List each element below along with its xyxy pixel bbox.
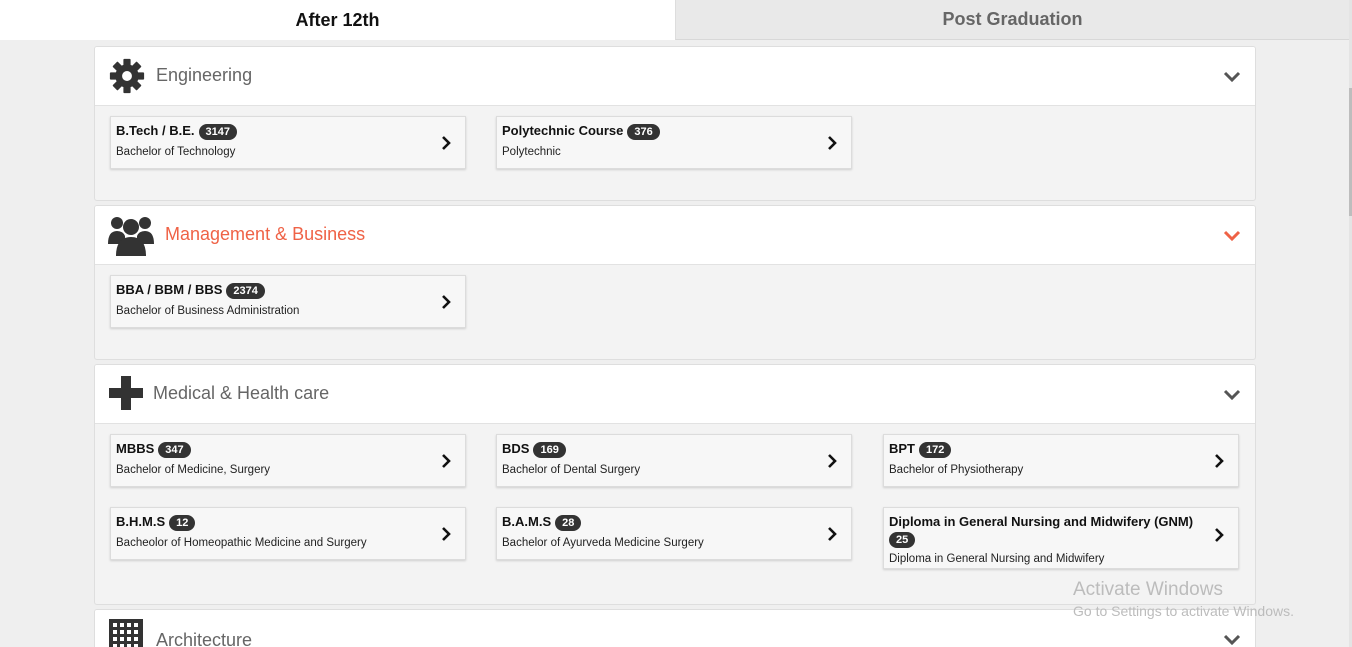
chevron-right-icon bbox=[1215, 454, 1224, 468]
course-card-mbbs[interactable]: MBBS 347 Bachelor of Medicine, Surgery bbox=[110, 434, 466, 487]
gear-icon bbox=[109, 58, 145, 94]
tab-after-12th[interactable]: After 12th bbox=[0, 0, 675, 40]
chevron-down-icon[interactable] bbox=[1223, 67, 1241, 85]
section-title: Management & Business bbox=[165, 224, 366, 244]
tab-post-graduation[interactable]: Post Graduation bbox=[675, 0, 1349, 40]
count-badge: 12 bbox=[169, 514, 196, 531]
section-title: Medical & Health care bbox=[153, 383, 330, 403]
course-full-name: Bachelor of Dental Surgery bbox=[502, 464, 641, 476]
course-card-bpt[interactable]: BPT 172 Bachelor of Physiotherapy bbox=[883, 434, 1239, 487]
course-name: B.H.M.S 12 bbox=[116, 514, 196, 531]
course-name: MBBS 347 bbox=[116, 441, 191, 458]
watermark-subtitle: Go to Settings to activate Windows. bbox=[1073, 603, 1294, 619]
section-medical-header[interactable]: Medical & Health care bbox=[95, 365, 1255, 424]
count-badge: 347 bbox=[158, 441, 191, 458]
course-full-name: Bachelor of Medicine, Surgery bbox=[116, 464, 271, 476]
chevron-right-icon bbox=[442, 295, 451, 309]
course-card-polytechnic[interactable]: Polytechnic Course 376 Polytechnic bbox=[496, 116, 852, 169]
section-management-header[interactable]: Management & Business bbox=[95, 206, 1255, 265]
section-title: Architecture bbox=[156, 630, 253, 647]
chevron-right-icon bbox=[828, 527, 837, 541]
chevron-right-icon bbox=[1215, 528, 1224, 542]
course-full-name: Polytechnic bbox=[502, 146, 561, 158]
course-full-name: Bachelor of Ayurveda Medicine Surgery bbox=[502, 537, 704, 549]
count-badge: 169 bbox=[533, 441, 566, 458]
course-name: B.Tech / B.E. 3147 bbox=[116, 123, 237, 140]
course-card-gnm[interactable]: Diploma in General Nursing and Midwifery… bbox=[883, 507, 1239, 569]
chevron-right-icon bbox=[442, 136, 451, 150]
course-name: BBA / BBM / BBS 2374 bbox=[116, 282, 265, 299]
course-full-name: Diploma in General Nursing and Midwifery bbox=[889, 553, 1105, 565]
course-card-bams[interactable]: B.A.M.S 28 Bachelor of Ayurveda Medicine … bbox=[496, 507, 852, 560]
course-card-bba[interactable]: BBA / BBM / BBS 2374 Bachelor of Business… bbox=[110, 275, 466, 328]
course-full-name: Bachelor of Technology bbox=[116, 146, 236, 158]
course-name: Diploma in General Nursing and Midwifery… bbox=[889, 514, 1194, 529]
chevron-right-icon bbox=[828, 454, 837, 468]
count-badge: 3147 bbox=[198, 123, 237, 140]
section-title: Engineering bbox=[156, 65, 253, 85]
chevron-down-icon[interactable] bbox=[1223, 385, 1241, 403]
chevron-right-icon bbox=[442, 527, 451, 541]
chevron-down-icon[interactable] bbox=[1223, 630, 1241, 647]
count-badge: 28 bbox=[555, 514, 582, 531]
section-management: Management & Business BBA / BBM / BBS 237… bbox=[94, 205, 1256, 360]
count-badge: 172 bbox=[919, 441, 952, 458]
course-card-bhms[interactable]: B.H.M.S 12 Bacheolor of Homeopathic Medic… bbox=[110, 507, 466, 560]
count-badge: 2374 bbox=[226, 282, 265, 299]
building-icon bbox=[109, 619, 143, 647]
chevron-right-icon bbox=[442, 454, 451, 468]
course-full-name: Bachelor of Physiotherapy bbox=[889, 464, 1024, 476]
count-badge: 25 bbox=[889, 532, 916, 548]
course-card-btech[interactable]: B.Tech / B.E. 3147 Bachelor of Technology bbox=[110, 116, 466, 169]
course-name: B.A.M.S 28 bbox=[502, 514, 582, 531]
course-name: BDS 169 bbox=[502, 441, 566, 458]
watermark-title: Activate Windows bbox=[1073, 579, 1223, 600]
windows-activation-watermark: Activate Windows Go to Settings to activ… bbox=[1073, 579, 1294, 619]
count-badge: 376 bbox=[627, 123, 660, 140]
chevron-right-icon bbox=[828, 136, 837, 150]
section-engineering: Engineering B.Tech / B.E. 3147 Bachelor o… bbox=[94, 46, 1256, 201]
section-engineering-header[interactable]: Engineering bbox=[95, 47, 1255, 106]
course-name: Polytechnic Course 376 bbox=[502, 123, 660, 140]
course-full-name: Bacheolor of Homeopathic Medicine and Su… bbox=[116, 537, 367, 549]
plus-icon bbox=[109, 376, 143, 410]
course-name: BPT 172 bbox=[889, 441, 952, 458]
chevron-down-icon[interactable] bbox=[1223, 226, 1241, 244]
tab-bar: After 12th Post Graduation bbox=[0, 0, 1349, 40]
section-medical: Medical & Health care MBBS 347 Bachelor o… bbox=[94, 364, 1256, 605]
course-card-bds[interactable]: BDS 169 Bachelor of Dental Surgery bbox=[496, 434, 852, 487]
users-icon bbox=[108, 217, 154, 256]
course-full-name: Bachelor of Business Administration bbox=[116, 305, 300, 317]
